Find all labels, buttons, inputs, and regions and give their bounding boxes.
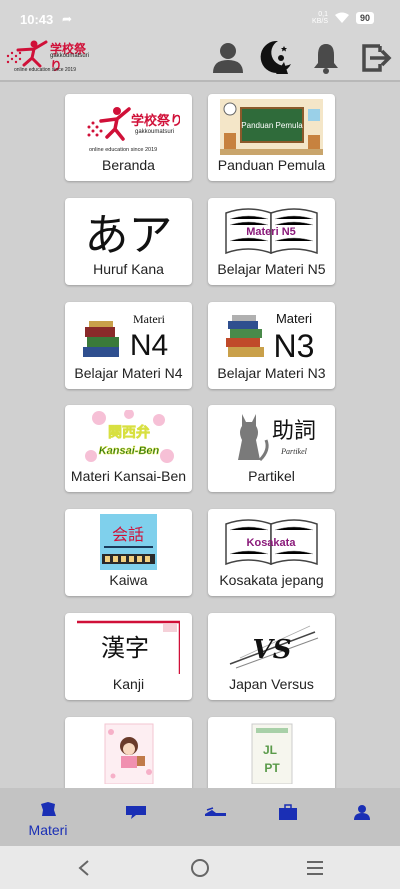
menu-card-label: Kanji (112, 676, 145, 692)
nav-tab-profile[interactable] (322, 788, 400, 846)
menu-card-label: Kosakata jepang (219, 572, 324, 588)
recent-apps-icon[interactable] (303, 856, 327, 880)
jlpt-book-icon: JL PT (220, 722, 323, 784)
kaiwa-icon: 会話 (77, 514, 180, 570)
menu-card-partikel[interactable]: 助詞 Partikel Partikel (208, 405, 335, 492)
back-icon[interactable] (72, 856, 96, 880)
status-bar: 10:43 ➦ 0,1 KB/S 90 (0, 0, 400, 36)
battery-indicator: 90 (355, 12, 374, 24)
menu-card-jlpt[interactable]: JL PT (208, 717, 335, 788)
menu-card-label: Kaiwa (109, 572, 148, 588)
svg-text:gakkoumatsuri: gakkoumatsuri (135, 129, 174, 135)
moon-logo-icon[interactable] (258, 40, 294, 76)
menu-card-materi-n3[interactable]: Materi N3 Belajar Materi N3 (208, 302, 335, 389)
briefcase-icon (279, 804, 297, 820)
menu-card-label: Partikel (248, 468, 295, 484)
menu-card-japan-versus[interactable]: VS Japan Versus (208, 613, 335, 700)
home-icon[interactable] (188, 856, 212, 880)
girl-illustration-icon (77, 722, 180, 784)
menu-grid: 学校祭り gakkoumatsuri online education sinc… (0, 82, 400, 788)
svg-text:Kansai-Ben: Kansai-Ben (99, 445, 160, 457)
menu-card-label: Beranda (102, 157, 155, 173)
svg-text:online education since 2019: online education since 2019 (89, 147, 157, 153)
wifi-icon (334, 12, 349, 23)
open-book-icon: Kosakata (220, 514, 323, 570)
profile-icon (354, 805, 370, 820)
svg-text:Materi: Materi (276, 311, 312, 326)
menu-card-label: Japan Versus (229, 676, 314, 692)
nav-tab-label: Materi (28, 822, 68, 838)
svg-text:助詞: 助詞 (272, 419, 316, 444)
call-forward-icon: ➦ (62, 12, 73, 26)
svg-text:N4: N4 (130, 329, 168, 362)
menu-card-label: Huruf Kana (93, 261, 164, 277)
menu-card-materi-n5[interactable]: Materi N5 Belajar Materi N5 (208, 198, 335, 285)
svg-text:VS: VS (253, 635, 292, 665)
menu-card-beranda[interactable]: 学校祭り gakkoumatsuri online education sinc… (65, 94, 192, 181)
menu-card-girl[interactable] (65, 717, 192, 788)
kana-glyphs-icon: あア (84, 210, 173, 259)
svg-text:Materi: Materi (133, 312, 166, 326)
menu-card-huruf-kana[interactable]: あア Huruf Kana (65, 198, 192, 285)
gakkoumatsuri-logo[interactable]: 学校祭り gakkoumatsuri online education sinc… (4, 36, 96, 80)
network-speed: 0,1 KB/S (312, 11, 328, 25)
chat-icon (126, 806, 146, 819)
nav-tab-shoes[interactable] (176, 788, 256, 846)
nav-tab-materi[interactable]: Materi (8, 788, 88, 846)
svg-text:関西弁: 関西弁 (108, 424, 150, 441)
logo-subtitle: gakkoumatsuri (50, 53, 90, 59)
system-navigation-bar (0, 846, 400, 889)
svg-text:Kosakata: Kosakata (247, 537, 297, 549)
nav-tab-briefcase[interactable] (248, 788, 328, 846)
menu-card-label: Belajar Materi N4 (74, 365, 183, 381)
logout-icon[interactable] (358, 40, 394, 76)
status-indicators: 0,1 KB/S 90 (312, 11, 374, 25)
logo-tagline: online education since 2019 (14, 67, 76, 73)
logo-figure-icon (6, 40, 48, 68)
gakkoumatsuri-logo-icon: 学校祭り gakkoumatsuri online education sinc… (77, 99, 180, 155)
kansai-ben-icon: 関西弁 Kansai-Ben (77, 410, 180, 466)
svg-text:PT: PT (264, 761, 280, 775)
classroom-board-icon: Panduan Pemula (220, 99, 323, 155)
status-time: 10:43 (20, 12, 54, 27)
menu-card-panduan-pemula[interactable]: Panduan Pemula Panduan Pemula (208, 94, 335, 181)
menu-card-kansai-ben[interactable]: 関西弁 Kansai-Ben Materi Kansai-Ben (65, 405, 192, 492)
svg-text:Panduan Pemula: Panduan Pemula (241, 121, 303, 130)
cat-partikel-icon: 助詞 Partikel (220, 410, 323, 466)
user-icon[interactable] (210, 40, 246, 76)
menu-card-label: Materi Kansai-Ben (70, 468, 187, 484)
menu-card-kaiwa[interactable]: 会話 Kaiwa (65, 509, 192, 596)
menu-card-label: Belajar Materi N3 (217, 365, 326, 381)
bell-icon[interactable] (308, 40, 344, 76)
shoes-icon (205, 807, 226, 816)
svg-text:会話: 会話 (112, 525, 144, 544)
svg-text:学校祭り: 学校祭り (131, 113, 180, 129)
menu-card-kanji[interactable]: 漢字 Kanji (65, 613, 192, 700)
app-header: 学校祭り gakkoumatsuri online education sinc… (0, 36, 400, 82)
nav-tab-chat[interactable] (96, 788, 176, 846)
menu-card-materi-n4[interactable]: Materi N4 Belajar Materi N4 (65, 302, 192, 389)
svg-text:JL: JL (263, 743, 277, 757)
svg-text:Partikel: Partikel (280, 447, 308, 456)
versus-icon: VS (220, 618, 323, 674)
books-stack-icon: Materi N3 (220, 307, 323, 363)
open-book-icon: Materi N5 (220, 203, 323, 259)
kanji-icon: 漢字 (77, 618, 180, 674)
bottom-navigation: Materi (0, 788, 400, 846)
svg-text:Materi N5: Materi N5 (246, 226, 296, 238)
svg-text:N3: N3 (274, 328, 315, 363)
menu-card-kosakata[interactable]: Kosakata Kosakata jepang (208, 509, 335, 596)
menu-card-label: Belajar Materi N5 (217, 261, 326, 277)
materi-icon (41, 802, 56, 816)
books-stack-icon: Materi N4 (77, 307, 180, 363)
svg-text:漢字: 漢字 (101, 634, 149, 662)
menu-card-label: Panduan Pemula (217, 157, 326, 173)
